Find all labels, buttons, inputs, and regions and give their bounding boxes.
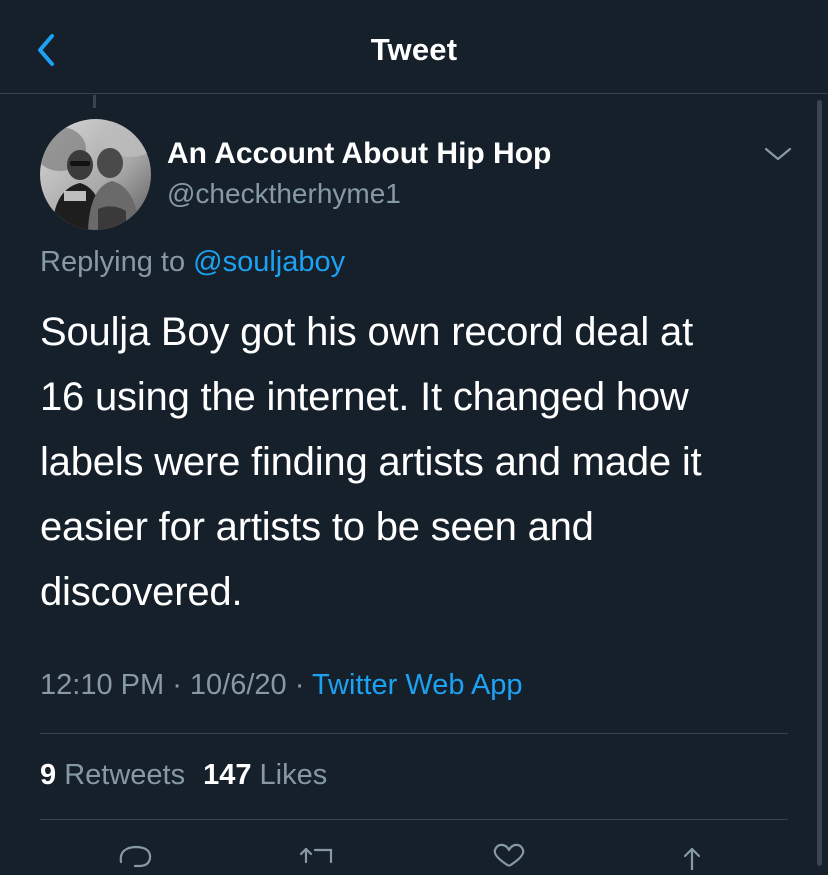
tweet-time: 12:10 PM [40,669,165,701]
meta-separator: · [164,669,190,701]
tweet-text-line: easier for artists to be seen and [40,505,594,549]
chevron-down-icon [764,147,792,161]
likes-stat[interactable]: 147 Likes [203,759,327,791]
reply-mention-link[interactable]: @souljaboy [193,246,345,278]
thread-connector-line [93,95,96,108]
more-options-button[interactable] [762,140,794,168]
retweets-stat[interactable]: 9 Retweets [40,759,185,791]
meta-separator: · [286,669,312,701]
replying-to-label: Replying to [40,246,194,278]
tweet-text-line: discovered. [40,570,243,614]
scrollbar[interactable] [817,100,822,866]
tweet-stats: 9 Retweets 147 Likes [40,759,327,792]
tweet-date: 10/6/20 [189,669,287,701]
page-title: Tweet [370,32,458,67]
retweets-count: 9 [40,759,57,791]
top-bar: Tweet [0,0,828,94]
tweet-metadata: 12:10 PM · 10/6/20 · Twitter Web App [40,669,523,702]
divider [40,819,788,820]
likes-count: 147 [203,759,252,791]
replying-to-line: Replying to @souljaboy [40,246,345,279]
tweet-body: Soulja Boy got his own record deal at 16… [40,300,800,625]
likes-label: Likes [251,759,328,791]
author-handle[interactable]: @checktherhyme1 [167,178,401,210]
retweets-label: Retweets [56,759,186,791]
tweet-text-line: labels were finding artists and made it [40,440,702,484]
avatar-photo [40,119,151,230]
author-display-name[interactable]: An Account About Hip Hop [167,137,551,171]
divider [40,733,788,734]
avatar[interactable] [40,119,151,230]
tweet-text-line: 16 using the internet. It changed how [40,375,689,419]
tweet-source-link[interactable]: Twitter Web App [312,669,523,701]
tweet-text-line: Soulja Boy got his own record deal at [40,310,693,354]
